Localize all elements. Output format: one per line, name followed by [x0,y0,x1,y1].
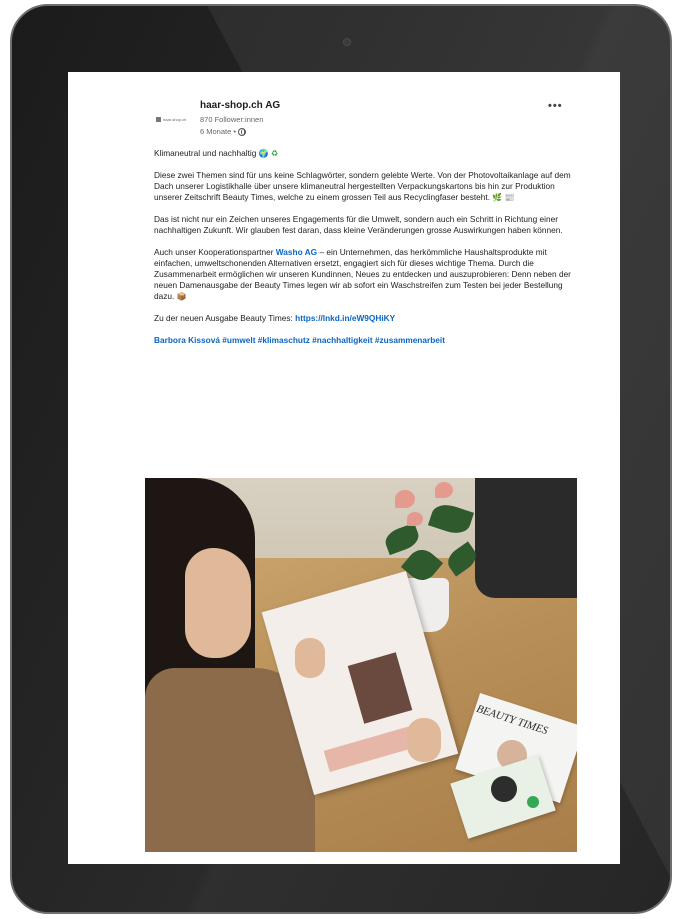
follower-count: 870 Follower:innen [200,115,264,124]
hashtag-links[interactable]: #umwelt #klimaschutz #nachhaltigkeit #zu… [222,335,445,345]
logo-icon [156,116,161,122]
post-image[interactable]: BEAUTY TIMES [145,478,577,852]
post-paragraph-partner: Auch unser Kooperationspartner Washo AG … [154,247,574,302]
post-paragraph: Diese zwei Themen sind für uns keine Sch… [154,170,574,203]
photo-washo-badge-icon [527,796,539,808]
tablet-screen: haar-shop.ch haar-shop.ch AG 870 Followe… [68,72,620,864]
logo-text: haar-shop.ch [163,116,187,122]
paragraph-text: Das ist nicht nur ein Zeichen unseres En… [154,214,563,235]
globe-emoji-icon: 🌍 [258,149,269,158]
post-link-line: Zu der neuen Ausgabe Beauty Times: https… [154,313,574,324]
partner-intro: Auch unser Kooperationspartner [154,247,274,257]
photo-flower [395,490,415,508]
more-options-button[interactable]: ••• [548,100,563,112]
company-name-link[interactable]: haar-shop.ch AG [200,100,280,111]
photo-chair [475,478,577,598]
timestamp-text: 6 Monate • [200,127,236,136]
box-emoji-icon: 📦 [176,292,187,301]
photo-flower [407,512,423,526]
mention-link[interactable]: Barbora Kissová [154,335,220,345]
photo-hand [407,718,441,762]
headline-text: Klimaneutral und nachhaltig [154,148,257,158]
post-headline: Klimaneutral und nachhaltig 🌍 ♻ [154,148,574,159]
photo-washo-circle [491,776,517,802]
post-header: haar-shop.ch haar-shop.ch AG 870 Followe… [156,100,576,144]
partner-link[interactable]: Washo AG [276,247,317,257]
globe-icon [237,127,246,136]
link-intro: Zu der neuen Ausgabe Beauty Times: [154,313,293,323]
camera-icon [343,38,351,46]
newspaper-emoji-icon: 📰 [504,193,515,202]
photo-hand [295,638,325,678]
recycle-emoji-icon: ♻ [271,149,279,158]
post-body: Klimaneutral und nachhaltig 🌍 ♻ Diese zw… [154,148,574,357]
post-timestamp: 6 Monate • [200,127,246,136]
photo-woman-face [185,548,251,658]
post-paragraph: Das ist nicht nur ein Zeichen unseres En… [154,214,574,236]
hashtag-line: Barbora Kissová #umwelt #klimaschutz #na… [154,335,574,346]
beauty-times-link[interactable]: https://lnkd.in/eW9QHiKY [295,313,395,323]
tablet-frame: haar-shop.ch haar-shop.ch AG 870 Followe… [10,4,672,914]
photo-flower [435,482,453,498]
company-logo[interactable]: haar-shop.ch [156,112,194,126]
leaf-emoji-icon: 🌿 [492,193,503,202]
